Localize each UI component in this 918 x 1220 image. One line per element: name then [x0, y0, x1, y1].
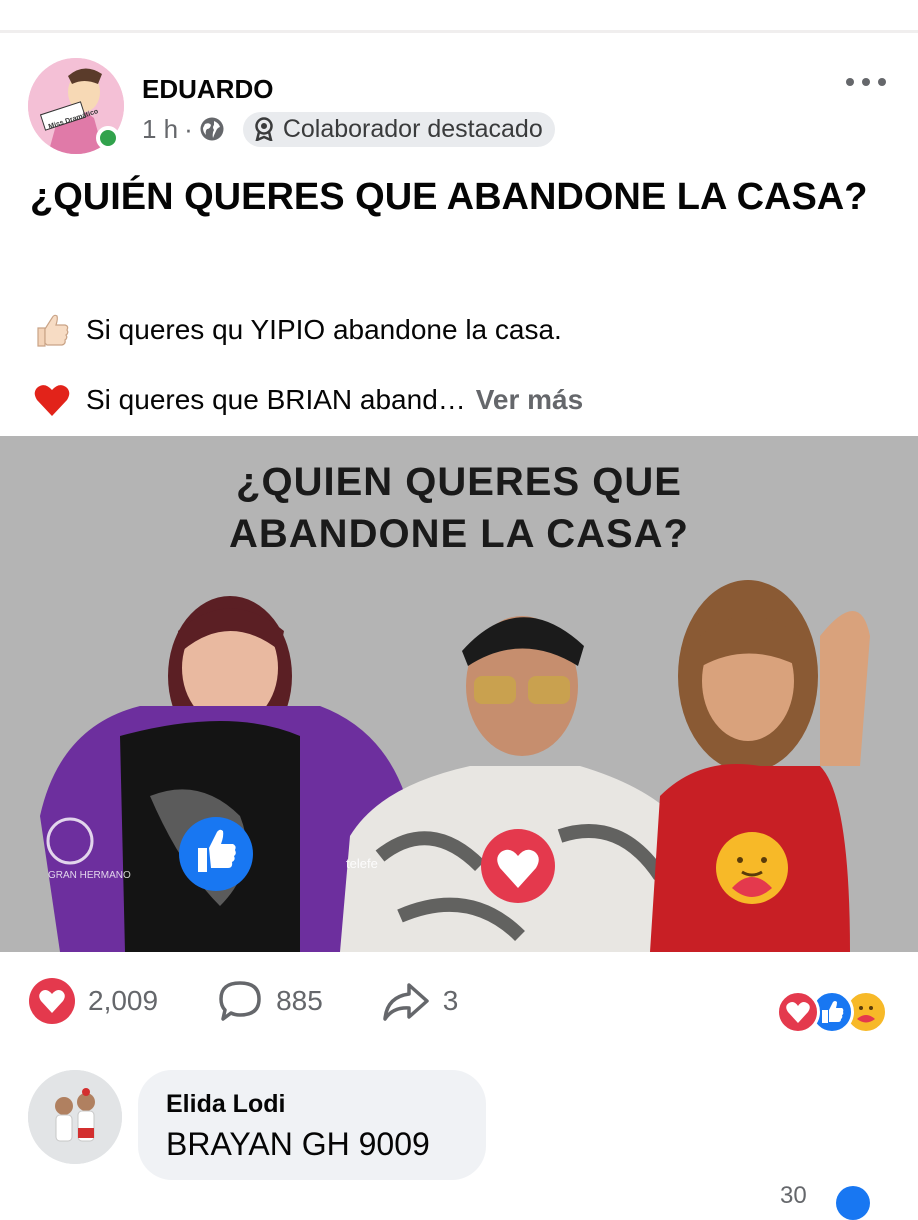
red-heart-icon	[30, 378, 74, 422]
comment-like-icon	[836, 1186, 870, 1220]
post-title: ¿QUIÉN QUERES QUE ABANDONE LA CASA?	[30, 176, 868, 218]
top-contributor-badge[interactable]: Colaborador destacado	[242, 111, 555, 147]
post-line-1: Si queres qu YIPIO abandone la casa.	[30, 306, 562, 354]
comment-reaction-count: 30	[780, 1182, 807, 1209]
commenter-name[interactable]: Elida Lodi	[166, 1090, 285, 1119]
post-line-2-text: Si queres que BRIAN aband…	[86, 384, 466, 415]
image-care-icon	[716, 832, 788, 904]
commenter-avatar[interactable]	[28, 1070, 122, 1164]
image-love-icon	[481, 829, 555, 903]
comments-stat[interactable]: 885	[216, 977, 323, 1025]
shares-stat[interactable]: 3	[381, 977, 459, 1025]
author-name[interactable]: EDUARDO	[142, 74, 273, 105]
badge-label: Colaborador destacado	[282, 114, 543, 143]
shares-count: 3	[442, 985, 459, 1016]
post-line-2: Si queres que BRIAN aband… Ver más	[30, 376, 583, 424]
reactions-stat[interactable]: 2,009	[28, 977, 158, 1025]
contestants-illustration: GRAN HERMANO telefe	[40, 580, 870, 952]
post-stats: 2,009 885 3	[28, 974, 516, 1028]
thumbs-up-icon	[30, 308, 74, 352]
meta-separator: ·	[184, 113, 193, 144]
watermark-left: GRAN HERMANO	[48, 870, 131, 881]
award-icon	[255, 117, 273, 141]
online-status-dot	[96, 126, 120, 150]
post-line-1-text: Si queres qu YIPIO abandone la casa.	[86, 314, 562, 345]
reactions-count: 2,009	[88, 985, 159, 1016]
reaction-summary[interactable]	[776, 990, 896, 1034]
watermark-right: telefe	[346, 856, 378, 871]
share-icon	[383, 983, 429, 1021]
post-meta: 1 h · Colaborador destacado	[142, 110, 555, 148]
heart-reaction-icon	[29, 978, 75, 1024]
post-image[interactable]: ¿QUIEN QUERES QUE ABANDONE LA CASA? GRAN…	[0, 436, 918, 952]
image-like-icon	[179, 817, 253, 891]
comments-count: 885	[276, 985, 323, 1016]
comment-bubble[interactable]: Elida Lodi BRAYAN GH 9009	[138, 1070, 486, 1180]
more-options-icon[interactable]	[846, 70, 886, 94]
globe-icon	[200, 117, 224, 141]
post-time[interactable]: 1 h	[142, 114, 178, 145]
comment-text: BRAYAN GH 9009	[166, 1126, 430, 1162]
comment-icon	[219, 981, 261, 1021]
top-divider	[0, 0, 918, 33]
summary-love-icon	[776, 990, 820, 1034]
see-more-link[interactable]: Ver más	[476, 384, 583, 416]
